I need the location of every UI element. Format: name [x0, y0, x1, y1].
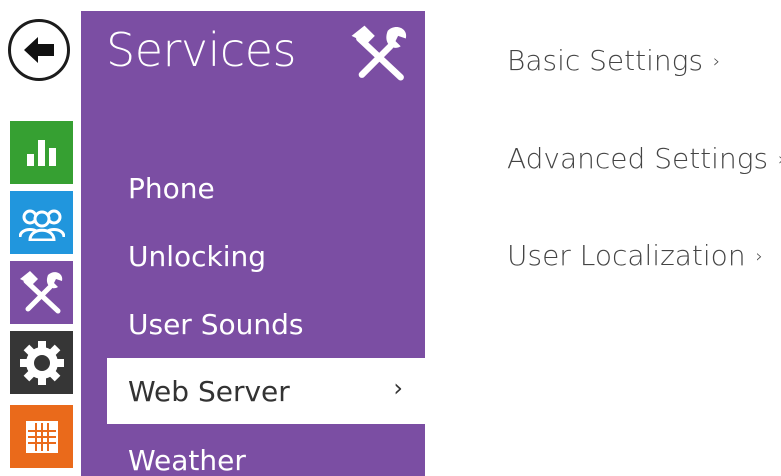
- link-label: User Localization: [507, 239, 746, 272]
- link-user-localization[interactable]: User Localization ›: [507, 239, 763, 272]
- rail-hardware-tile[interactable]: [10, 331, 73, 394]
- users-icon: [18, 209, 65, 241]
- menu-item-label: User Sounds: [128, 307, 304, 341]
- chevron-right-icon: ›: [713, 51, 721, 72]
- link-basic-settings[interactable]: Basic Settings ›: [507, 44, 720, 77]
- rail-status-tile[interactable]: [10, 121, 73, 184]
- link-label: Advanced Settings: [507, 142, 769, 175]
- menu-item-web-server[interactable]: Web Server ›: [107, 358, 425, 424]
- menu-item-label: Phone: [128, 171, 215, 205]
- chevron-right-icon: ›: [393, 374, 403, 402]
- menu-item-label: Web Server: [128, 374, 290, 408]
- tools-icon: [351, 25, 407, 81]
- grid-icon: [25, 420, 58, 453]
- tools-icon: [19, 270, 62, 313]
- menu-item-user-sounds[interactable]: User Sounds: [81, 292, 425, 356]
- link-label: Basic Settings: [507, 44, 704, 77]
- link-advanced-settings[interactable]: Advanced Settings›: [507, 142, 781, 175]
- rail-system-tile[interactable]: [10, 405, 73, 468]
- rail-directory-tile[interactable]: [10, 191, 73, 254]
- menu-item-unlocking[interactable]: Unlocking: [81, 224, 425, 288]
- back-button[interactable]: [8, 19, 70, 81]
- rail-services-tile[interactable]: [10, 261, 73, 324]
- services-panel: Services Phone Unlocking User Sounds Web…: [81, 11, 425, 476]
- menu-item-weather[interactable]: Weather: [81, 428, 425, 476]
- menu-item-label: Unlocking: [128, 239, 267, 273]
- menu-item-label: Weather: [128, 443, 246, 476]
- menu-item-phone[interactable]: Phone: [81, 156, 425, 220]
- panel-title: Services: [106, 23, 296, 77]
- back-arrow-icon: [24, 37, 54, 63]
- chevron-right-icon: ›: [755, 246, 763, 267]
- bar-chart-icon: [26, 139, 56, 166]
- gear-icon: [19, 340, 64, 385]
